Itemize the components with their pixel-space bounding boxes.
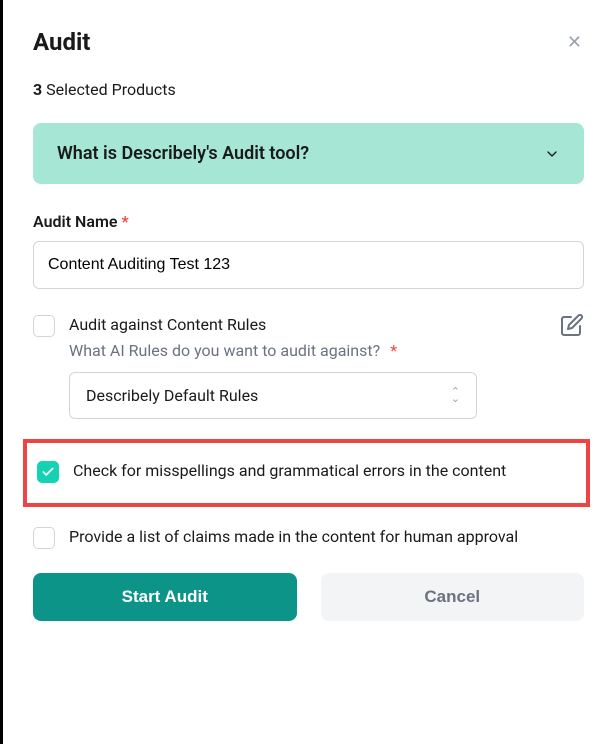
- checkbox-content-rules[interactable]: [33, 315, 55, 337]
- checkbox-misspellings[interactable]: [37, 461, 59, 483]
- audit-name-label: Audit Name *: [33, 212, 584, 231]
- audit-name-input[interactable]: [33, 241, 584, 289]
- highlighted-option: Check for misspellings and grammatical e…: [23, 439, 590, 507]
- accordion-title: What is Describely's Audit tool?: [57, 143, 309, 164]
- checkbox-claims[interactable]: [33, 527, 55, 549]
- chevron-down-icon: [544, 146, 560, 162]
- start-audit-button[interactable]: Start Audit: [33, 573, 297, 621]
- rules-select[interactable]: Describely Default Rules ⌃⌄: [69, 372, 477, 419]
- accordion-what-is-audit[interactable]: What is Describely's Audit tool?: [33, 123, 584, 184]
- select-arrows-icon: ⌃⌄: [451, 389, 460, 402]
- close-button[interactable]: ✕: [565, 31, 584, 53]
- edit-rules-icon[interactable]: [560, 313, 584, 337]
- cancel-button[interactable]: Cancel: [321, 573, 585, 621]
- selected-products-text: 3 Selected Products: [33, 80, 584, 99]
- option-claims-title: Provide a list of claims made in the con…: [69, 525, 584, 549]
- close-icon: ✕: [567, 32, 582, 52]
- option-content-rules-subtitle: What AI Rules do you want to audit again…: [69, 341, 550, 360]
- page-title: Audit: [33, 28, 90, 56]
- rules-select-value: Describely Default Rules: [86, 386, 258, 405]
- option-misspellings-title: Check for misspellings and grammatical e…: [73, 459, 578, 483]
- option-content-rules-title: Audit against Content Rules: [69, 313, 550, 337]
